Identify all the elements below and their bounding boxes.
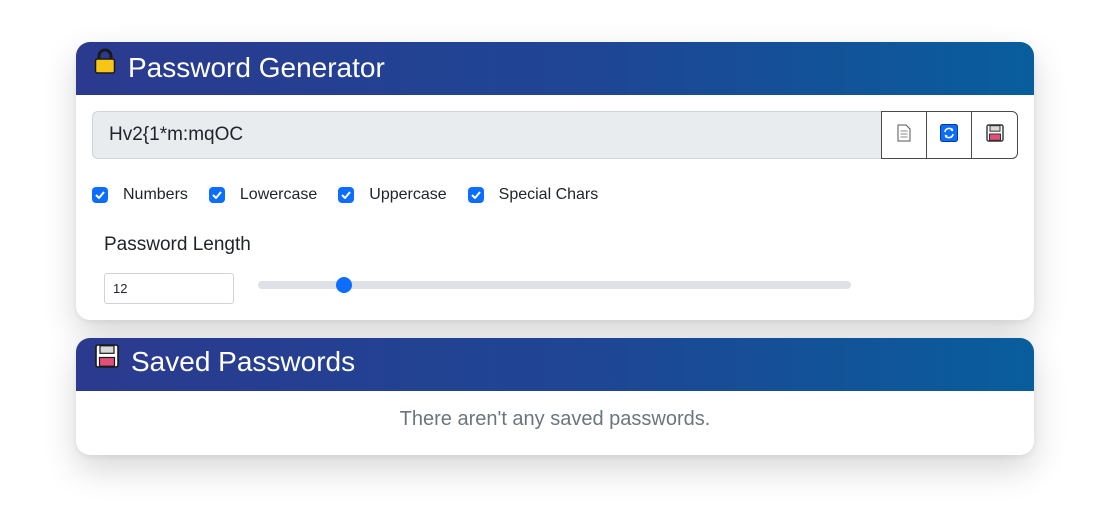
character-options: Numbers Lowercase Uppercase Special Char… bbox=[92, 186, 619, 204]
saved-passwords-card: Saved Passwords There aren't any saved p… bbox=[76, 338, 1034, 455]
floppy-disk-icon bbox=[95, 344, 119, 370]
option-special-chars[interactable]: Special Chars bbox=[467, 186, 599, 204]
generator-title: Password Generator bbox=[128, 52, 385, 83]
regenerate-button[interactable] bbox=[926, 111, 972, 159]
password-length-label: Password Length bbox=[104, 234, 251, 255]
password-length-slider[interactable] bbox=[258, 277, 851, 293]
save-password-button[interactable] bbox=[971, 111, 1018, 159]
floppy-save-icon bbox=[985, 123, 1004, 147]
lowercase-label: Lowercase bbox=[239, 186, 318, 203]
generator-header: Password Generator bbox=[76, 42, 1034, 95]
empty-state-message: There aren't any saved passwords. bbox=[399, 408, 711, 430]
saved-title: Saved Passwords bbox=[131, 346, 356, 377]
password-generator-card: Password Generator Hv2{1*m:mqOC Numbers … bbox=[76, 42, 1034, 320]
uppercase-checkbox[interactable] bbox=[338, 187, 355, 203]
password-input-group: Hv2{1*m:mqOC bbox=[92, 111, 1018, 159]
numbers-label: Numbers bbox=[123, 186, 188, 203]
special-chars-label: Special Chars bbox=[498, 186, 599, 203]
lock-icon bbox=[94, 48, 116, 74]
option-numbers[interactable]: Numbers bbox=[92, 186, 188, 204]
option-uppercase[interactable]: Uppercase bbox=[338, 186, 447, 204]
numbers-checkbox[interactable] bbox=[92, 187, 108, 203]
copy-document-icon bbox=[897, 124, 911, 147]
slider-thumb[interactable] bbox=[335, 277, 352, 293]
lowercase-checkbox[interactable] bbox=[208, 187, 225, 203]
copy-button[interactable] bbox=[881, 111, 927, 159]
option-lowercase[interactable]: Lowercase bbox=[208, 186, 318, 204]
refresh-icon bbox=[940, 123, 958, 147]
password-length-input[interactable]: 12 bbox=[104, 273, 234, 304]
password-output-field[interactable]: Hv2{1*m:mqOC bbox=[92, 111, 882, 159]
saved-header: Saved Passwords bbox=[76, 338, 1034, 391]
special-chars-checkbox[interactable] bbox=[467, 187, 484, 203]
uppercase-label: Uppercase bbox=[369, 186, 447, 203]
